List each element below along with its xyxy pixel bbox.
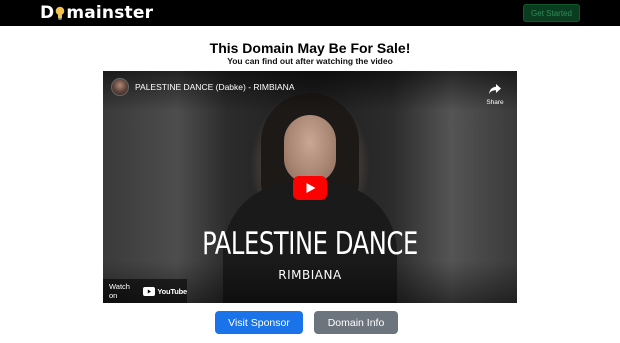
page-headline: This Domain May Be For Sale! xyxy=(209,40,411,56)
channel-avatar[interactable] xyxy=(111,78,129,96)
share-label: Share xyxy=(486,99,504,106)
page-subheadline: You can find out after watching the vide… xyxy=(227,56,393,66)
play-icon xyxy=(293,176,327,200)
visit-sponsor-button[interactable]: Visit Sponsor xyxy=(215,311,303,334)
share-button[interactable]: Share xyxy=(483,79,507,106)
get-started-button[interactable]: Get Started xyxy=(523,4,580,22)
top-navbar: D mainster Get Started xyxy=(0,0,620,26)
thumbnail-overlay-title: PALESTINE DANCE xyxy=(202,226,418,262)
domainster-logo[interactable]: D mainster xyxy=(40,2,153,24)
domain-info-button[interactable]: Domain Info xyxy=(314,311,398,334)
youtube-wordmark: YouTube xyxy=(157,286,187,296)
youtube-video-embed[interactable]: PALESTINE DANCE (Dabke) - RIMBIANA Share… xyxy=(103,71,517,303)
logo-prefix: D xyxy=(40,3,55,23)
lightbulb-icon xyxy=(55,6,65,20)
watch-on-label: Watch on xyxy=(109,282,130,300)
youtube-logo: YouTube xyxy=(143,286,187,296)
play-button[interactable] xyxy=(293,176,327,200)
thumbnail-figure-face xyxy=(284,115,336,183)
logo-suffix: mainster xyxy=(66,3,154,23)
youtube-icon xyxy=(143,286,156,296)
video-title-link[interactable]: PALESTINE DANCE (Dabke) - RIMBIANA xyxy=(135,82,295,92)
share-icon xyxy=(489,79,501,98)
watch-on-youtube-link[interactable]: Watch on YouTube xyxy=(103,279,187,303)
